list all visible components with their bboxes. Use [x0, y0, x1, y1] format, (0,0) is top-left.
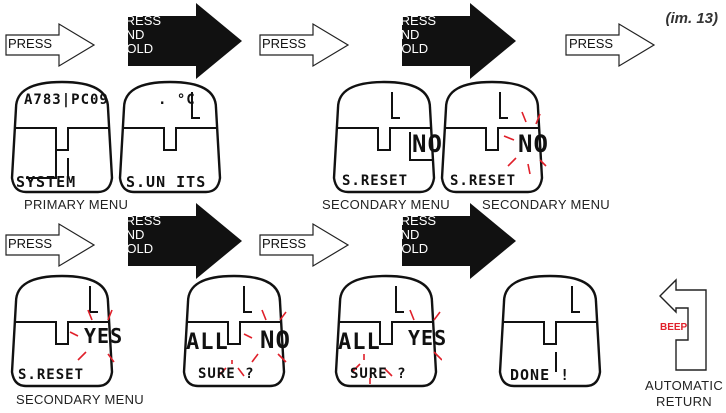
- screen-bottom-text: SYSTEM: [16, 173, 77, 191]
- screen-value-text: NO: [518, 130, 549, 158]
- press-label: PRESS: [8, 236, 53, 251]
- lcd-screen-done: DONE !: [494, 272, 606, 388]
- press-and-hold-label: PRESS AND HOLD: [117, 13, 162, 56]
- lcd-screen-system: A783|PC09 SYSTEM: [6, 78, 118, 194]
- screen-top-text: . °C: [158, 92, 196, 108]
- screen-left-text: ALL: [338, 330, 381, 355]
- lcd-screen-reset-no-blinking: NO S.RESET: [436, 78, 548, 194]
- caption-secondary-menu: SECONDARY MENU: [16, 392, 144, 407]
- lcd-screen-all-sure-yes: ALL YES SURE ?: [330, 272, 446, 388]
- press-and-hold-label: PRESS AND HOLD: [117, 213, 162, 256]
- press-label: PRESS: [262, 36, 307, 51]
- press-and-hold-label: PRESS AND HOLD: [392, 13, 437, 56]
- screen-bottom-text: SURE ?: [198, 366, 255, 382]
- figure-reference: (im. 13): [665, 10, 718, 27]
- screen-value-text: YES: [408, 326, 448, 350]
- screen-value-text: NO: [260, 326, 291, 354]
- lcd-screen-all-sure-no: ALL NO SURE ?: [178, 272, 290, 388]
- lcd-screen-reset-no: NO S.RESET: [328, 78, 442, 194]
- caption-automatic-return: AUTOMATIC RETURN: [644, 378, 724, 409]
- screen-bottom-text: S.UN ITS: [126, 173, 207, 191]
- screen-left-text: ALL: [186, 330, 229, 355]
- lcd-screen-reset-yes: YES S.RESET: [6, 272, 122, 388]
- screen-bottom-text: S.RESET: [18, 367, 85, 383]
- screen-bottom-text: DONE !: [510, 366, 571, 384]
- press-label: PRESS: [569, 36, 614, 51]
- screen-bottom-text: SURE ?: [350, 366, 407, 382]
- screen-bottom-text: S.RESET: [450, 173, 517, 189]
- screen-bottom-text: S.RESET: [342, 173, 409, 189]
- press-and-hold-label: PRESS AND HOLD: [392, 213, 437, 256]
- screen-value-text: YES: [84, 324, 124, 348]
- press-label: PRESS: [8, 36, 53, 51]
- lcd-screen-units: . °C S.UN ITS: [114, 78, 226, 194]
- beep-label: BEEP: [660, 322, 688, 333]
- screen-top-text: A783|PC09: [24, 92, 109, 108]
- press-label: PRESS: [262, 236, 307, 251]
